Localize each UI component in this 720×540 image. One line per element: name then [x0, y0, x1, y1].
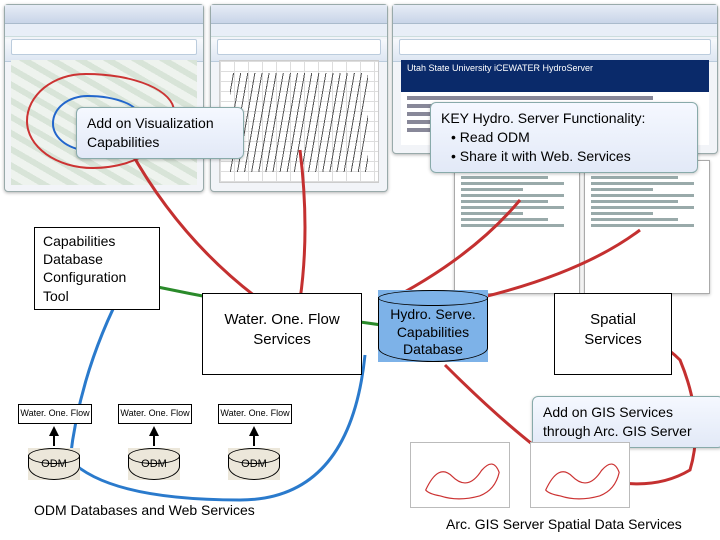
- box-spatial-services: Spatial Services: [554, 293, 672, 375]
- callout-bullet: Share it with Web. Services: [460, 148, 631, 164]
- doc-window-1: [454, 160, 580, 294]
- toolbar: [393, 39, 717, 62]
- callout-addon-gis: Add on GIS Services through Arc. GIS Ser…: [532, 396, 720, 448]
- box-wateroneflow-services: Water. One. Flow Services: [202, 293, 362, 375]
- gis-thumbnail-2: [530, 442, 630, 508]
- tabstrip: [5, 24, 203, 37]
- doc-window-2: [584, 160, 710, 294]
- text-line: Water. One. Flow: [203, 310, 361, 330]
- url-bar: [399, 39, 711, 55]
- odm-label: ODM: [228, 458, 280, 470]
- window-title: [211, 5, 387, 24]
- wof-label-1: Water. One. Flow: [18, 404, 92, 424]
- callout-line: Add on GIS Services: [543, 403, 713, 422]
- tabstrip: [211, 24, 387, 37]
- toolbar: [211, 39, 387, 62]
- text-line: Services: [555, 330, 671, 350]
- wof-label-3: Water. One. Flow: [218, 404, 292, 424]
- callout-addon-visualization: Add on Visualization Capabilities: [76, 107, 244, 159]
- wof-label-2: Water. One. Flow: [118, 404, 192, 424]
- window-title: [5, 5, 203, 24]
- text-line: Services: [203, 330, 361, 350]
- arrow-up: [49, 426, 59, 436]
- odm-label: ODM: [128, 458, 180, 470]
- page-banner: Utah State University iCEWATER HydroServ…: [401, 60, 709, 92]
- odm-label: ODM: [28, 458, 80, 470]
- callout-key-functionality: KEY Hydro. Server Functionality: • Read …: [430, 102, 698, 173]
- text-line: Capabilities: [43, 232, 151, 250]
- callout-text: Add on Visualization Capabilities: [87, 115, 214, 150]
- window-map-browser: [4, 4, 204, 192]
- window-chart-browser: [210, 4, 388, 192]
- callout-title: KEY Hydro. Server Functionality:: [441, 109, 687, 128]
- url-bar: [11, 39, 197, 55]
- callout-bullet: Read ODM: [460, 129, 530, 145]
- text-line: Tool: [43, 287, 151, 305]
- text-line: Database: [43, 250, 151, 268]
- caption-odm-databases: ODM Databases and Web Services: [34, 502, 255, 518]
- gis-thumbnail-1: [410, 442, 510, 508]
- toolbar: [5, 39, 203, 62]
- db-label: Hydro. Serve. Capabilities Database: [378, 306, 488, 359]
- tabstrip: [393, 24, 717, 37]
- box-capabilities-tool: Capabilities Database Configuration Tool: [34, 227, 160, 310]
- window-title: [393, 5, 717, 24]
- text-line: Configuration: [43, 268, 151, 286]
- callout-line: through Arc. GIS Server: [543, 422, 713, 441]
- url-bar: [217, 39, 381, 55]
- caption-arcgis-spatial: Arc. GIS Server Spatial Data Services: [446, 516, 682, 532]
- text-line: Spatial: [555, 310, 671, 330]
- arrow-up: [149, 426, 159, 436]
- arrow-up: [249, 426, 259, 436]
